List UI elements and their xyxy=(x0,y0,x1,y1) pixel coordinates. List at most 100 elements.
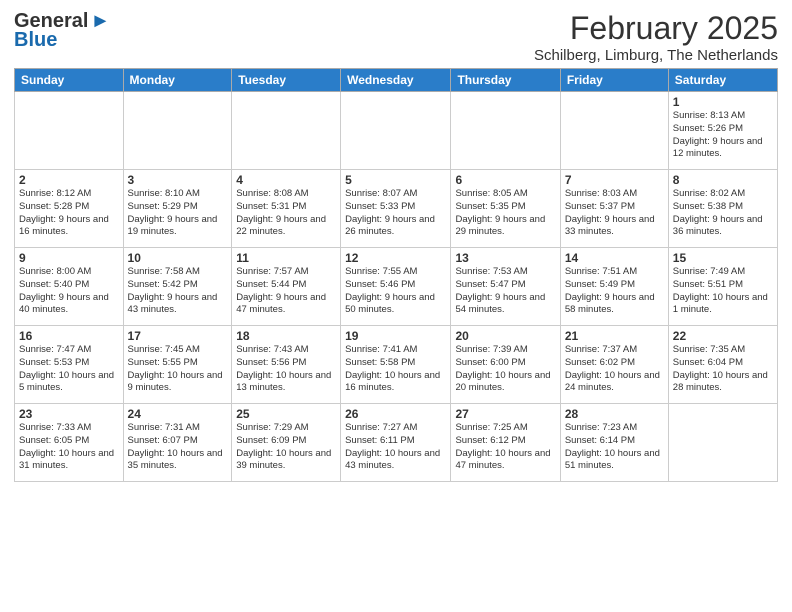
calendar-cell: 16Sunrise: 7:47 AM Sunset: 5:53 PM Dayli… xyxy=(15,326,124,404)
day-info: Sunrise: 8:02 AM Sunset: 5:38 PM Dayligh… xyxy=(673,188,773,239)
weekday-header-monday: Monday xyxy=(123,69,232,92)
day-number: 21 xyxy=(565,329,664,343)
day-info: Sunrise: 8:05 AM Sunset: 5:35 PM Dayligh… xyxy=(455,188,555,239)
calendar-cell: 8Sunrise: 8:02 AM Sunset: 5:38 PM Daylig… xyxy=(668,170,777,248)
page-container: General ► Blue February 2025 Schilberg, … xyxy=(0,0,792,492)
weekday-header-thursday: Thursday xyxy=(451,69,560,92)
day-number: 12 xyxy=(345,251,446,265)
day-number: 10 xyxy=(128,251,228,265)
day-info: Sunrise: 7:58 AM Sunset: 5:42 PM Dayligh… xyxy=(128,266,228,317)
weekday-header-tuesday: Tuesday xyxy=(232,69,341,92)
day-number: 27 xyxy=(455,407,555,421)
calendar-cell: 13Sunrise: 7:53 AM Sunset: 5:47 PM Dayli… xyxy=(451,248,560,326)
day-info: Sunrise: 7:47 AM Sunset: 5:53 PM Dayligh… xyxy=(19,344,119,395)
weekday-header-wednesday: Wednesday xyxy=(341,69,451,92)
day-number: 5 xyxy=(345,173,446,187)
day-info: Sunrise: 7:51 AM Sunset: 5:49 PM Dayligh… xyxy=(565,266,664,317)
logo-blue: Blue xyxy=(14,29,57,52)
calendar-cell xyxy=(451,92,560,170)
day-number: 14 xyxy=(565,251,664,265)
day-info: Sunrise: 7:57 AM Sunset: 5:44 PM Dayligh… xyxy=(236,266,336,317)
calendar-cell: 17Sunrise: 7:45 AM Sunset: 5:55 PM Dayli… xyxy=(123,326,232,404)
week-row-3: 16Sunrise: 7:47 AM Sunset: 5:53 PM Dayli… xyxy=(15,326,778,404)
calendar-cell xyxy=(232,92,341,170)
day-info: Sunrise: 8:08 AM Sunset: 5:31 PM Dayligh… xyxy=(236,188,336,239)
calendar-cell: 4Sunrise: 8:08 AM Sunset: 5:31 PM Daylig… xyxy=(232,170,341,248)
calendar-cell: 11Sunrise: 7:57 AM Sunset: 5:44 PM Dayli… xyxy=(232,248,341,326)
calendar-cell: 14Sunrise: 7:51 AM Sunset: 5:49 PM Dayli… xyxy=(560,248,668,326)
day-info: Sunrise: 7:29 AM Sunset: 6:09 PM Dayligh… xyxy=(236,422,336,473)
day-info: Sunrise: 7:27 AM Sunset: 6:11 PM Dayligh… xyxy=(345,422,446,473)
weekday-header-friday: Friday xyxy=(560,69,668,92)
day-number: 4 xyxy=(236,173,336,187)
calendar-cell: 26Sunrise: 7:27 AM Sunset: 6:11 PM Dayli… xyxy=(341,404,451,482)
day-info: Sunrise: 7:35 AM Sunset: 6:04 PM Dayligh… xyxy=(673,344,773,395)
calendar-cell xyxy=(560,92,668,170)
calendar-cell xyxy=(123,92,232,170)
day-number: 19 xyxy=(345,329,446,343)
week-row-2: 9Sunrise: 8:00 AM Sunset: 5:40 PM Daylig… xyxy=(15,248,778,326)
calendar-cell: 18Sunrise: 7:43 AM Sunset: 5:56 PM Dayli… xyxy=(232,326,341,404)
day-info: Sunrise: 8:03 AM Sunset: 5:37 PM Dayligh… xyxy=(565,188,664,239)
day-info: Sunrise: 7:25 AM Sunset: 6:12 PM Dayligh… xyxy=(455,422,555,473)
day-number: 3 xyxy=(128,173,228,187)
day-info: Sunrise: 8:00 AM Sunset: 5:40 PM Dayligh… xyxy=(19,266,119,317)
day-info: Sunrise: 7:33 AM Sunset: 6:05 PM Dayligh… xyxy=(19,422,119,473)
day-number: 20 xyxy=(455,329,555,343)
day-number: 1 xyxy=(673,95,773,109)
day-number: 18 xyxy=(236,329,336,343)
day-info: Sunrise: 7:39 AM Sunset: 6:00 PM Dayligh… xyxy=(455,344,555,395)
day-number: 28 xyxy=(565,407,664,421)
day-number: 23 xyxy=(19,407,119,421)
day-number: 15 xyxy=(673,251,773,265)
day-info: Sunrise: 7:55 AM Sunset: 5:46 PM Dayligh… xyxy=(345,266,446,317)
calendar-cell: 22Sunrise: 7:35 AM Sunset: 6:04 PM Dayli… xyxy=(668,326,777,404)
calendar-cell: 23Sunrise: 7:33 AM Sunset: 6:05 PM Dayli… xyxy=(15,404,124,482)
day-info: Sunrise: 7:23 AM Sunset: 6:14 PM Dayligh… xyxy=(565,422,664,473)
week-row-4: 23Sunrise: 7:33 AM Sunset: 6:05 PM Dayli… xyxy=(15,404,778,482)
calendar-table: SundayMondayTuesdayWednesdayThursdayFrid… xyxy=(14,68,778,482)
calendar-cell: 1Sunrise: 8:13 AM Sunset: 5:26 PM Daylig… xyxy=(668,92,777,170)
week-row-1: 2Sunrise: 8:12 AM Sunset: 5:28 PM Daylig… xyxy=(15,170,778,248)
weekday-header-sunday: Sunday xyxy=(15,69,124,92)
calendar-cell: 20Sunrise: 7:39 AM Sunset: 6:00 PM Dayli… xyxy=(451,326,560,404)
day-info: Sunrise: 7:45 AM Sunset: 5:55 PM Dayligh… xyxy=(128,344,228,395)
day-info: Sunrise: 7:49 AM Sunset: 5:51 PM Dayligh… xyxy=(673,266,773,317)
logo: General ► Blue xyxy=(14,10,110,52)
week-row-0: 1Sunrise: 8:13 AM Sunset: 5:26 PM Daylig… xyxy=(15,92,778,170)
calendar-cell: 10Sunrise: 7:58 AM Sunset: 5:42 PM Dayli… xyxy=(123,248,232,326)
day-number: 17 xyxy=(128,329,228,343)
logo-icon: ► xyxy=(90,10,110,33)
day-number: 2 xyxy=(19,173,119,187)
day-info: Sunrise: 7:31 AM Sunset: 6:07 PM Dayligh… xyxy=(128,422,228,473)
calendar-cell: 7Sunrise: 8:03 AM Sunset: 5:37 PM Daylig… xyxy=(560,170,668,248)
calendar-cell: 12Sunrise: 7:55 AM Sunset: 5:46 PM Dayli… xyxy=(341,248,451,326)
calendar-cell: 3Sunrise: 8:10 AM Sunset: 5:29 PM Daylig… xyxy=(123,170,232,248)
calendar-cell: 19Sunrise: 7:41 AM Sunset: 5:58 PM Dayli… xyxy=(341,326,451,404)
day-info: Sunrise: 7:41 AM Sunset: 5:58 PM Dayligh… xyxy=(345,344,446,395)
day-number: 22 xyxy=(673,329,773,343)
day-number: 24 xyxy=(128,407,228,421)
calendar-cell: 21Sunrise: 7:37 AM Sunset: 6:02 PM Dayli… xyxy=(560,326,668,404)
calendar-cell xyxy=(341,92,451,170)
day-number: 8 xyxy=(673,173,773,187)
calendar-cell: 24Sunrise: 7:31 AM Sunset: 6:07 PM Dayli… xyxy=(123,404,232,482)
calendar-cell: 25Sunrise: 7:29 AM Sunset: 6:09 PM Dayli… xyxy=(232,404,341,482)
header: General ► Blue February 2025 Schilberg, … xyxy=(14,10,778,64)
calendar-cell: 6Sunrise: 8:05 AM Sunset: 5:35 PM Daylig… xyxy=(451,170,560,248)
day-number: 26 xyxy=(345,407,446,421)
calendar-cell: 2Sunrise: 8:12 AM Sunset: 5:28 PM Daylig… xyxy=(15,170,124,248)
day-number: 7 xyxy=(565,173,664,187)
day-number: 25 xyxy=(236,407,336,421)
calendar-cell xyxy=(15,92,124,170)
day-info: Sunrise: 8:13 AM Sunset: 5:26 PM Dayligh… xyxy=(673,110,773,161)
title-block: February 2025 Schilberg, Limburg, The Ne… xyxy=(534,10,778,64)
day-number: 6 xyxy=(455,173,555,187)
day-info: Sunrise: 8:10 AM Sunset: 5:29 PM Dayligh… xyxy=(128,188,228,239)
day-number: 13 xyxy=(455,251,555,265)
day-number: 11 xyxy=(236,251,336,265)
day-number: 9 xyxy=(19,251,119,265)
day-info: Sunrise: 7:43 AM Sunset: 5:56 PM Dayligh… xyxy=(236,344,336,395)
location: Schilberg, Limburg, The Netherlands xyxy=(534,47,778,64)
day-info: Sunrise: 7:53 AM Sunset: 5:47 PM Dayligh… xyxy=(455,266,555,317)
